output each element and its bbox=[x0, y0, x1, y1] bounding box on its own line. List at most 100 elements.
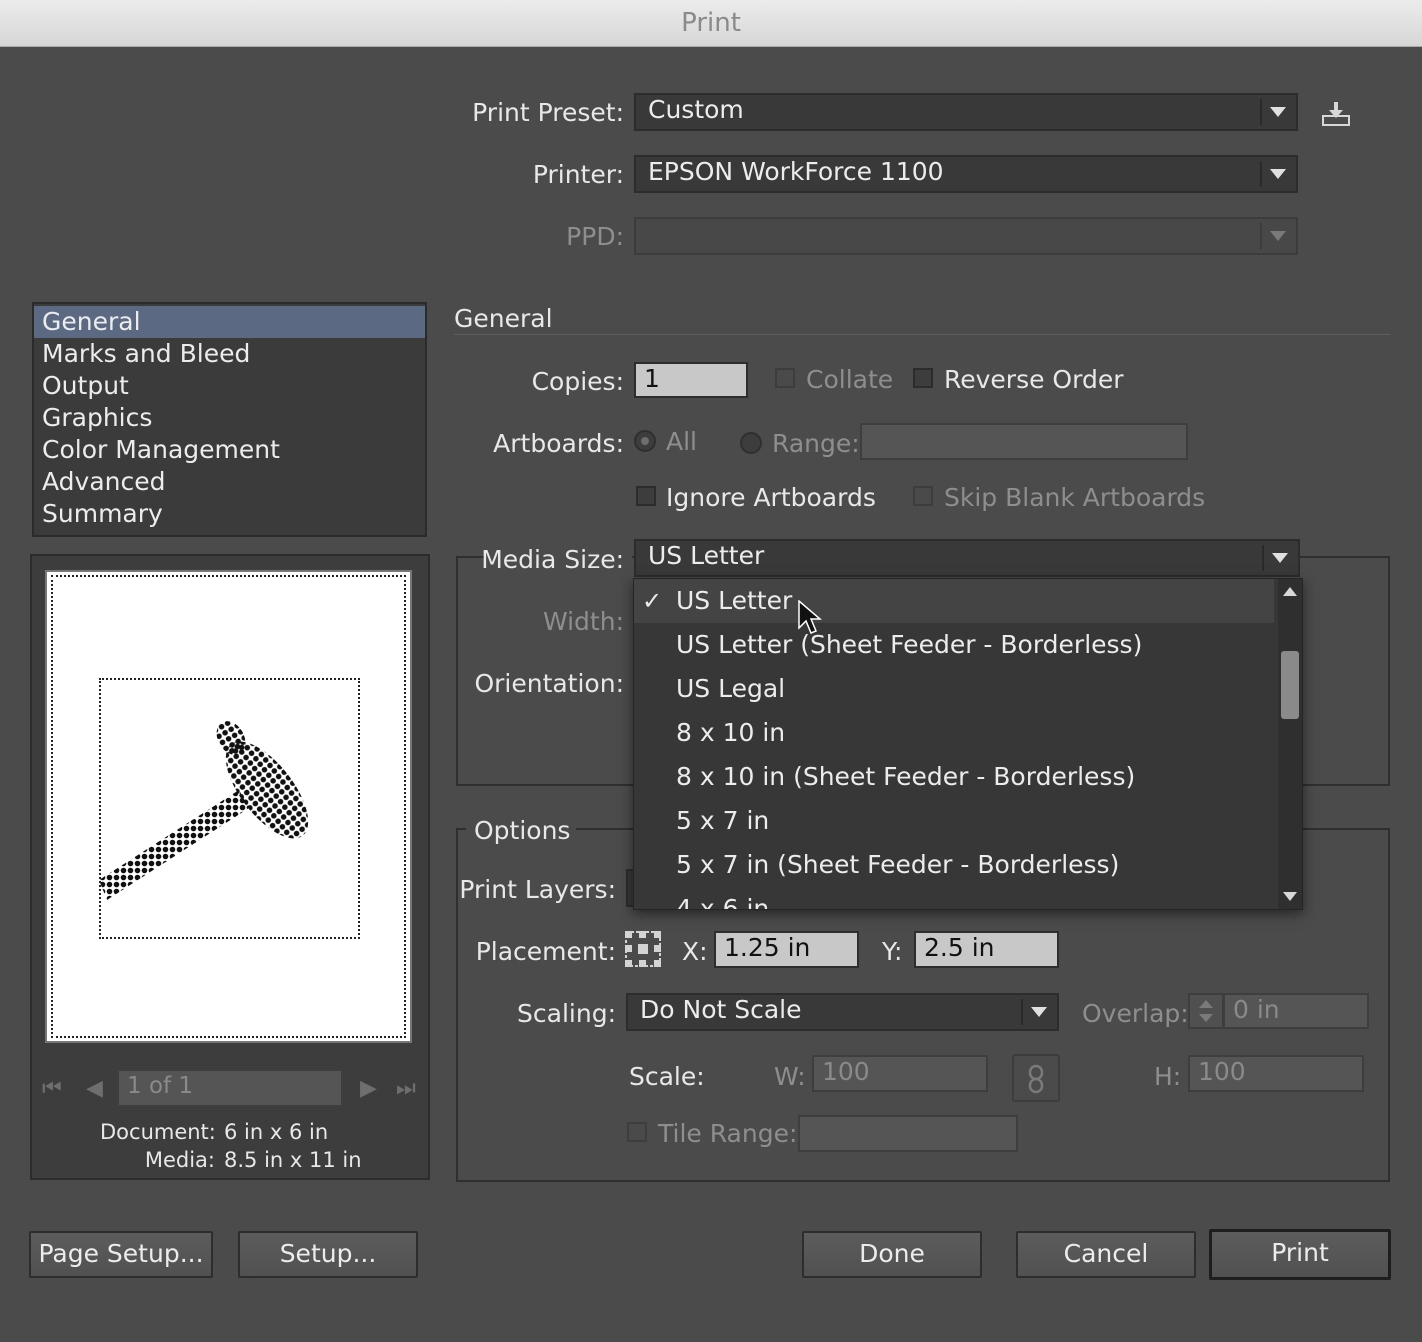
y-label: Y: bbox=[882, 937, 903, 966]
tile-range-checkbox[interactable] bbox=[627, 1122, 647, 1142]
window-title: Print bbox=[681, 8, 741, 38]
scale-label: Scale: bbox=[629, 1062, 705, 1091]
chain-link-icon bbox=[1028, 1064, 1044, 1094]
options-title: Options bbox=[474, 816, 571, 845]
first-page-icon[interactable]: ⏮ bbox=[42, 1076, 62, 1101]
sidebar-item-advanced[interactable]: Advanced bbox=[34, 466, 425, 498]
placement-label: Placement: bbox=[475, 937, 616, 966]
overlap-input[interactable]: 0 in bbox=[1223, 993, 1369, 1029]
reverse-order-checkbox[interactable] bbox=[913, 368, 933, 388]
setup-button[interactable]: Setup... bbox=[238, 1231, 418, 1278]
next-page-icon[interactable]: ▶ bbox=[360, 1076, 377, 1101]
media-size-info-label: Media: bbox=[144, 1148, 215, 1172]
overlap-stepper[interactable] bbox=[1188, 993, 1224, 1029]
artboards-range-input[interactable] bbox=[860, 423, 1188, 460]
menu-item-5x7[interactable]: 5 x 7 in bbox=[634, 799, 1274, 843]
done-button[interactable]: Done bbox=[802, 1231, 982, 1278]
chevron-down-icon bbox=[1270, 107, 1286, 117]
scaling-label: Scaling: bbox=[517, 999, 616, 1028]
chevron-down-icon bbox=[1031, 1007, 1047, 1017]
artboards-range-radio[interactable] bbox=[740, 432, 762, 454]
x-input[interactable]: 1.25 in bbox=[714, 931, 859, 968]
tile-range-label: Tile Range: bbox=[658, 1119, 798, 1148]
scroll-down-icon[interactable] bbox=[1283, 892, 1297, 901]
reverse-order-label: Reverse Order bbox=[944, 365, 1124, 394]
tile-range-input[interactable] bbox=[798, 1115, 1018, 1152]
page-setup-button[interactable]: Page Setup... bbox=[29, 1231, 213, 1278]
sidebar-item-summary[interactable]: Summary bbox=[34, 498, 425, 530]
mouse-cursor-icon bbox=[798, 600, 822, 634]
media-size-label: Media Size: bbox=[481, 545, 624, 574]
skip-blank-artboards-checkbox[interactable] bbox=[913, 486, 933, 506]
ppd-label: PPD: bbox=[566, 222, 624, 251]
placement-grid-icon[interactable] bbox=[624, 930, 662, 968]
print-preset-value: Custom bbox=[648, 95, 744, 124]
ppd-dropdown[interactable] bbox=[634, 217, 1298, 255]
sidebar-item-general[interactable]: General bbox=[34, 306, 425, 338]
menu-item-8x10-borderless[interactable]: 8 x 10 in (Sheet Feeder - Borderless) bbox=[634, 755, 1274, 799]
menu-item-us-letter-borderless[interactable]: US Letter (Sheet Feeder - Borderless) bbox=[634, 623, 1274, 667]
print-preset-label: Print Preset: bbox=[472, 98, 624, 127]
y-input[interactable]: 2.5 in bbox=[914, 931, 1059, 968]
menu-scrollbar[interactable] bbox=[1278, 579, 1302, 909]
scale-h-input[interactable]: 100 bbox=[1188, 1055, 1364, 1092]
preview-page bbox=[45, 570, 412, 1043]
sidebar-item-graphics[interactable]: Graphics bbox=[34, 402, 425, 434]
print-preset-dropdown[interactable]: Custom bbox=[634, 93, 1298, 131]
copies-input[interactable]: 1 bbox=[634, 362, 748, 398]
menu-item-us-legal[interactable]: US Legal bbox=[634, 667, 1274, 711]
chevron-down-icon bbox=[1270, 169, 1286, 179]
artwork-thumbnail bbox=[99, 721, 309, 900]
document-size-label: Document: bbox=[100, 1120, 216, 1144]
window-titlebar: Print bbox=[0, 0, 1422, 47]
printer-label: Printer: bbox=[532, 160, 624, 189]
menu-item-8x10[interactable]: 8 x 10 in bbox=[634, 711, 1274, 755]
scroll-up-icon[interactable] bbox=[1283, 587, 1297, 596]
scaling-dropdown[interactable]: Do Not Scale bbox=[626, 993, 1059, 1031]
collate-checkbox[interactable] bbox=[775, 368, 795, 388]
menu-item-5x7-borderless[interactable]: 5 x 7 in (Sheet Feeder - Borderless) bbox=[634, 843, 1274, 887]
media-size-info-value: 8.5 in x 11 in bbox=[224, 1148, 362, 1172]
print-layers-label: Print Layers: bbox=[459, 875, 616, 904]
chevron-down-icon bbox=[1270, 231, 1286, 241]
media-size-menu: ✓ US Letter US Letter (Sheet Feeder - Bo… bbox=[633, 578, 1303, 910]
sidebar-item-marks-and-bleed[interactable]: Marks and Bleed bbox=[34, 338, 425, 370]
checkmark-icon: ✓ bbox=[642, 587, 663, 615]
scale-w-label: W: bbox=[774, 1062, 806, 1091]
printer-value: EPSON WorkForce 1100 bbox=[648, 157, 944, 186]
scroll-thumb[interactable] bbox=[1281, 651, 1299, 719]
sidebar-item-color-management[interactable]: Color Management bbox=[34, 434, 425, 466]
copies-label: Copies: bbox=[531, 367, 624, 396]
save-preset-icon[interactable] bbox=[1320, 100, 1352, 128]
general-section-title: General bbox=[454, 304, 553, 333]
chevron-down-icon bbox=[1272, 553, 1288, 563]
artboards-all-label: All bbox=[666, 427, 697, 456]
menu-item-4x6[interactable]: 4 x 6 in bbox=[634, 887, 1274, 909]
section-divider bbox=[454, 334, 1390, 335]
sidebar-item-output[interactable]: Output bbox=[34, 370, 425, 402]
last-page-icon[interactable]: ⏭ bbox=[396, 1076, 416, 1101]
artboards-label: Artboards: bbox=[493, 429, 624, 458]
x-label: X: bbox=[682, 937, 708, 966]
document-size-value: 6 in x 6 in bbox=[224, 1120, 329, 1144]
collate-label: Collate bbox=[806, 365, 894, 394]
print-button[interactable]: Print bbox=[1209, 1229, 1391, 1280]
menu-item-us-letter[interactable]: ✓ US Letter bbox=[634, 579, 1274, 623]
stepper-up-icon bbox=[1199, 1000, 1213, 1008]
scale-w-input[interactable]: 100 bbox=[812, 1055, 988, 1092]
overlap-label: Overlap: bbox=[1082, 999, 1189, 1028]
printer-dropdown[interactable]: EPSON WorkForce 1100 bbox=[634, 155, 1298, 193]
media-size-value: US Letter bbox=[648, 541, 765, 570]
constrain-proportions-button[interactable] bbox=[1012, 1054, 1060, 1102]
scaling-value: Do Not Scale bbox=[640, 995, 802, 1024]
artboards-all-radio[interactable] bbox=[634, 430, 656, 452]
cancel-button[interactable]: Cancel bbox=[1016, 1231, 1196, 1278]
previous-page-icon[interactable]: ◀ bbox=[86, 1076, 103, 1101]
media-size-dropdown[interactable]: US Letter bbox=[634, 539, 1300, 577]
width-label: Width: bbox=[542, 607, 624, 636]
artboards-range-label: Range: bbox=[772, 429, 860, 458]
orientation-label: Orientation: bbox=[474, 669, 624, 698]
scale-h-label: H: bbox=[1154, 1062, 1182, 1091]
ignore-artboards-checkbox[interactable] bbox=[636, 486, 656, 506]
page-indicator[interactable]: 1 of 1 bbox=[117, 1069, 343, 1107]
